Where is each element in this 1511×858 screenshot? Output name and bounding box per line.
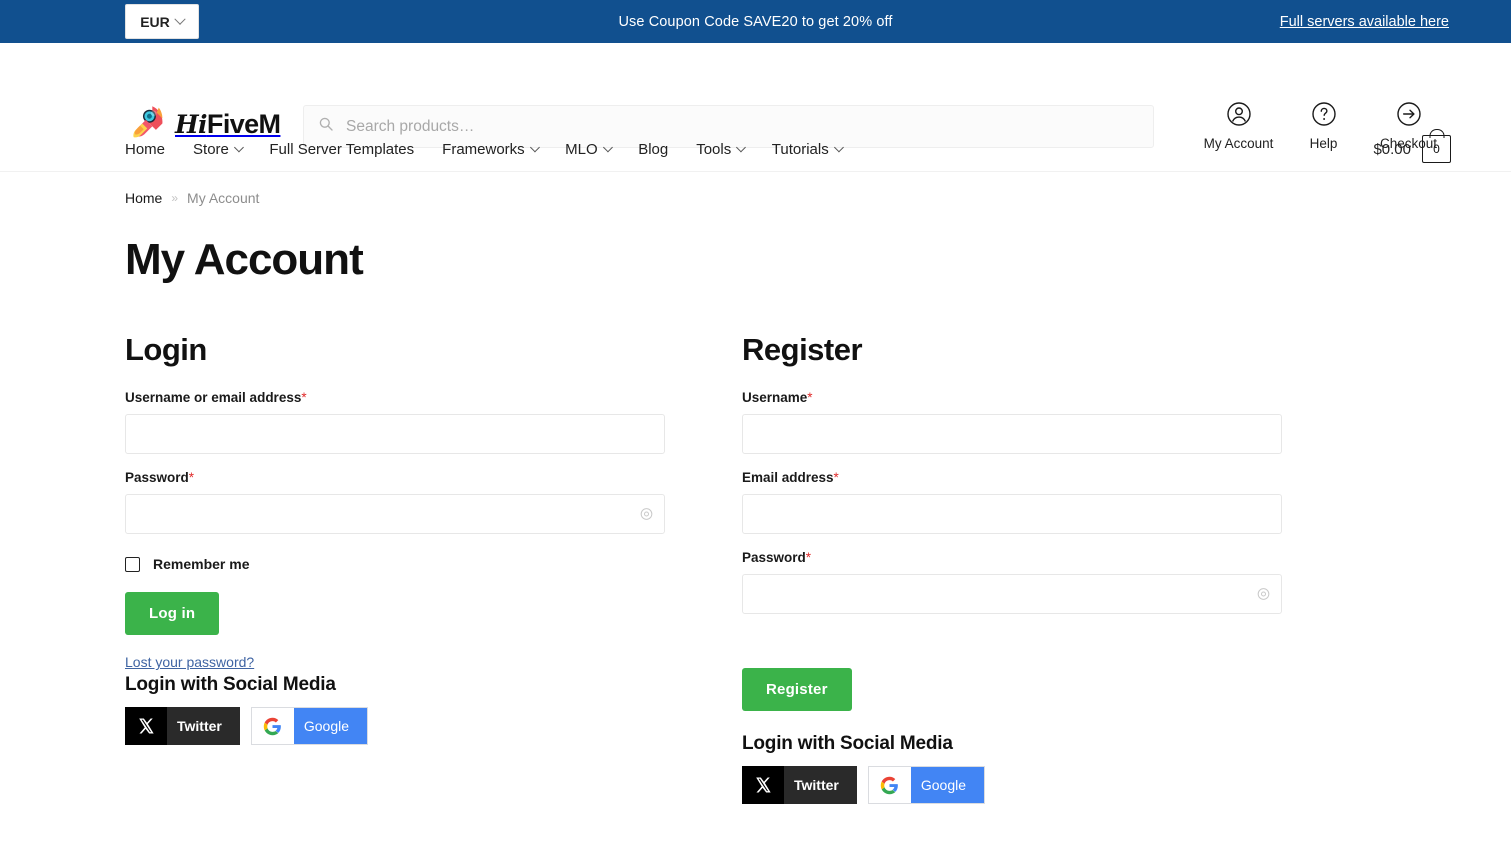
account-forms: Login Username or email address* Passwor… <box>125 332 1451 805</box>
login-username-label-text: Username or email address <box>125 390 302 406</box>
register-password-label: Password* <box>742 550 1282 565</box>
breadcrumb: Home » My Account <box>125 190 1451 206</box>
nav-item-store[interactable]: Store <box>179 141 255 158</box>
cart-count: 0 <box>1433 142 1440 156</box>
register-password-input[interactable] <box>742 574 1282 615</box>
register-username-label-text: Username <box>742 390 808 406</box>
login-username-field: Username or email address* <box>125 390 665 455</box>
shopping-bag-icon[interactable]: 0 <box>1422 135 1451 163</box>
required-marker: * <box>807 390 813 406</box>
nav-item-home[interactable]: Home <box>125 141 179 158</box>
cart-widget[interactable]: $0.00 0 <box>1373 126 1451 172</box>
register-email-field: Email address* <box>742 470 1282 535</box>
main-navigation: Home Store Full Server Templates Framewo… <box>125 126 855 172</box>
nav-label: Tools <box>696 140 732 158</box>
eye-icon[interactable] <box>639 507 654 522</box>
chevron-down-icon <box>736 142 746 152</box>
nav-item-blog[interactable]: Blog <box>624 141 682 158</box>
login-password-field: Password* <box>125 470 665 535</box>
nav-label: MLO <box>565 140 598 158</box>
lost-password-link[interactable]: Lost your password? <box>125 654 254 670</box>
main-navigation-bar: Home Store Full Server Templates Framewo… <box>0 126 1511 172</box>
register-email-input[interactable] <box>742 494 1282 535</box>
login-twitter-label: Twitter <box>177 718 222 735</box>
nav-label: Full Server Templates <box>269 140 415 158</box>
x-twitter-icon <box>742 766 784 805</box>
nav-label: Frameworks <box>442 140 525 158</box>
register-username-field: Username* <box>742 390 1282 455</box>
login-google-label: Google <box>303 718 350 735</box>
chevron-down-icon <box>234 142 244 152</box>
register-email-label: Email address* <box>742 470 1282 485</box>
nav-item-mlo[interactable]: MLO <box>551 141 624 158</box>
breadcrumb-current: My Account <box>187 190 260 206</box>
login-password-input-wrap <box>125 494 665 535</box>
x-twitter-icon <box>125 707 167 746</box>
required-marker: * <box>188 470 195 486</box>
register-username-label: Username* <box>742 390 1282 405</box>
register-form: Register Username* Email address* Passwo… <box>742 332 1282 805</box>
nav-item-frameworks[interactable]: Frameworks <box>428 141 551 158</box>
register-heading: Register <box>742 332 863 368</box>
site-header: HiFiveM My Account <box>0 43 1511 151</box>
login-twitter-button[interactable]: Twitter <box>125 707 240 746</box>
nav-item-full-server-templates[interactable]: Full Server Templates <box>255 141 428 158</box>
register-username-input[interactable] <box>742 414 1282 455</box>
nav-item-tutorials[interactable]: Tutorials <box>758 141 855 158</box>
required-marker: * <box>301 390 307 406</box>
chevron-down-icon <box>603 142 613 152</box>
register-password-input-wrap <box>742 574 1282 615</box>
login-password-label: Password* <box>125 470 665 485</box>
breadcrumb-separator-icon: » <box>171 191 179 205</box>
login-google-button[interactable]: Google <box>250 707 369 746</box>
nav-label: Store <box>193 140 229 158</box>
register-username-input-wrap <box>742 414 1282 455</box>
chevron-down-icon <box>530 142 540 152</box>
register-email-input-wrap <box>742 494 1282 535</box>
page-title: My Account <box>125 235 364 284</box>
cart-total: $0.00 <box>1373 140 1411 158</box>
register-email-label-text: Email address <box>742 470 834 486</box>
register-submit-button[interactable]: Register <box>742 668 852 712</box>
login-password-label-text: Password <box>125 470 189 486</box>
login-username-label: Username or email address* <box>125 390 665 405</box>
google-icon <box>251 708 294 745</box>
nav-label: Tutorials <box>771 140 829 158</box>
register-twitter-label: Twitter <box>794 777 839 794</box>
page-content: Home » My Account My Account Login Usern… <box>0 190 1511 805</box>
remember-me-row[interactable]: Remember me <box>125 556 665 572</box>
register-password-label-text: Password <box>742 550 806 566</box>
register-twitter-button[interactable]: Twitter <box>742 766 857 805</box>
full-servers-link[interactable]: Full servers available here <box>1280 14 1449 30</box>
login-password-input[interactable] <box>125 494 665 535</box>
nav-item-tools[interactable]: Tools <box>682 141 758 158</box>
login-social-buttons: Twitter Google <box>125 707 665 746</box>
login-heading: Login <box>125 332 207 368</box>
remember-me-checkbox[interactable] <box>125 556 140 572</box>
login-username-input-wrap <box>125 414 665 455</box>
login-social-heading: Login with Social Media <box>125 674 336 696</box>
top-promo-bar: EUR Use Coupon Code SAVE20 to get 20% of… <box>0 0 1511 43</box>
register-google-label: Google <box>920 777 967 794</box>
register-password-field: Password* <box>742 550 1282 615</box>
login-form: Login Username or email address* Passwor… <box>125 332 665 804</box>
login-username-input[interactable] <box>125 414 665 455</box>
register-social-buttons: Twitter Google <box>742 766 1282 805</box>
required-marker: * <box>833 470 839 486</box>
register-social-heading: Login with Social Media <box>742 733 953 755</box>
required-marker: * <box>805 550 812 566</box>
remember-me-label: Remember me <box>153 556 250 573</box>
eye-icon[interactable] <box>1256 587 1271 602</box>
chevron-down-icon <box>834 142 844 152</box>
register-google-button[interactable]: Google <box>867 766 986 805</box>
nav-label: Blog <box>638 140 669 158</box>
nav-label: Home <box>125 140 166 158</box>
login-submit-button[interactable]: Log in <box>125 592 220 636</box>
breadcrumb-home[interactable]: Home <box>125 190 162 206</box>
google-icon <box>868 767 911 804</box>
